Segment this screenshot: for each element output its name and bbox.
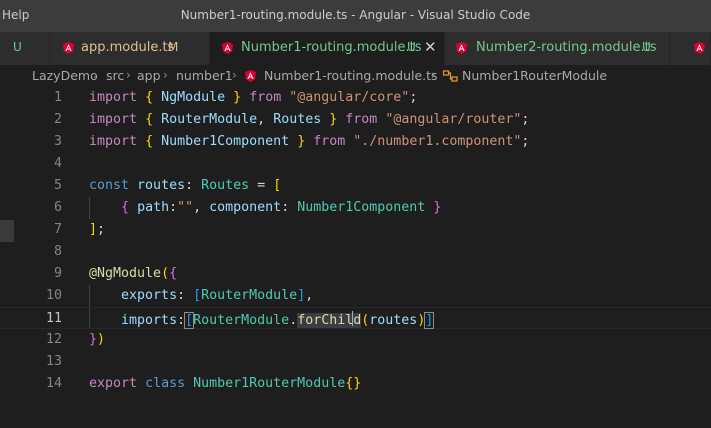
tab-status: U [13,40,22,54]
angular-icon [63,42,74,54]
code-text[interactable]: }) [89,332,105,347]
breadcrumb-item[interactable]: app [137,68,161,83]
tab-label: Number2-routing.module.ts [476,40,657,55]
line-number: 12 [45,332,62,347]
line-number: 1 [53,90,62,105]
close-icon[interactable]: ✕ [424,38,437,56]
chevron-right-icon: › [126,68,131,82]
breadcrumb-item[interactable]: src [106,68,124,83]
code-text[interactable]: import { RouterModule, Routes } from "@a… [89,112,529,127]
code-line-12[interactable]: 12 }) [0,329,711,351]
code-line-2[interactable]: 2 import { RouterModule, Routes } from "… [0,109,711,131]
line-number: 11 [45,311,62,326]
code-editor[interactable]: 1 import { NgModule } from "@angular/cor… [0,87,711,428]
chevron-right-icon: › [431,68,436,82]
code-line-4[interactable]: 4 [0,153,711,175]
angular-icon [245,70,256,82]
tab-app-module[interactable]: app.module.ts M [50,32,210,65]
code-line-11[interactable]: 11 imports:[RouterModule.forChild(routes… [0,307,711,329]
tab-partial-left[interactable]: U [0,32,50,65]
code-text[interactable]: import { NgModule } from "@angular/core"… [89,90,417,105]
tab-number1-routing[interactable]: Number1-routing.module.ts U ✕ [210,32,445,65]
tab-status: M [168,40,179,54]
line-number: 2 [53,112,62,127]
code-text[interactable]: ]; [89,222,105,237]
symbol-class-icon [443,70,458,82]
line-number: 4 [53,156,62,171]
angular-icon [694,42,705,54]
chevron-right-icon: › [93,68,98,82]
line-number: 7 [53,222,62,237]
code-text[interactable]: imports:[RouterModule.forChild(routes)] [89,311,435,329]
tab-status: U [642,40,651,54]
tab-bar: U app.module.ts M Number1-routing.module… [0,32,711,65]
angular-icon [456,42,467,54]
window-title: Number1-routing.module.ts - Angular - Vi… [180,8,531,22]
breadcrumb-item[interactable]: Number1-routing.module.ts [264,68,438,83]
tab-partial-right[interactable] [670,32,711,65]
breadcrumb: LazyDemo › src › app › number1 › Number1… [0,65,711,87]
line-number: 8 [53,244,62,259]
code-line-1[interactable]: 1 import { NgModule } from "@angular/cor… [0,87,711,109]
chevron-right-icon: › [232,68,237,82]
tab-status: U [407,40,416,54]
title-bar: Help Number1-routing.module.ts - Angular… [0,0,711,32]
line-number: 10 [45,288,62,303]
code-line-7[interactable]: 7 ]; [0,219,711,241]
code-text[interactable]: export class Number1RouterModule{} [89,376,361,391]
line-number: 5 [53,178,62,193]
code-line-14[interactable]: 14 export class Number1RouterModule{} [0,373,711,395]
code-text[interactable]: exports: [RouterModule], [89,288,313,303]
code-line-5[interactable]: 5 const routes: Routes = [ [0,175,711,197]
breadcrumb-item[interactable]: Number1RouterModule [462,68,607,83]
line-number: 14 [45,376,62,391]
breadcrumb-item[interactable]: number1 [176,68,233,83]
code-text[interactable]: import { Number1Component } from "./numb… [89,134,529,149]
breadcrumb-item[interactable]: LazyDemo [32,68,98,83]
tab-label: app.module.ts [81,40,175,55]
code-line-8[interactable]: 8 [0,241,711,263]
tab-number2-routing[interactable]: Number2-routing.module.ts U [445,32,670,65]
chevron-right-icon: › [163,68,168,82]
code-text[interactable]: const routes: Routes = [ [89,178,281,193]
code-line-10[interactable]: 10 exports: [RouterModule], [0,285,711,307]
code-line-3[interactable]: 3 import { Number1Component } from "./nu… [0,131,711,153]
angular-icon [222,42,233,54]
line-number: 13 [45,354,62,369]
code-line-13[interactable]: 13 [0,351,711,373]
line-number: 9 [53,266,62,281]
code-text[interactable]: @NgModule({ [89,266,177,281]
code-line-9[interactable]: 9 @NgModule({ [0,263,711,285]
line-number: 6 [53,200,62,215]
line-number: 3 [53,134,62,149]
code-line-6[interactable]: 6 { path:"", component: Number1Component… [0,197,711,219]
code-text[interactable]: { path:"", component: Number1Component } [89,200,441,215]
tab-label: Number1-routing.module.ts [241,40,422,55]
